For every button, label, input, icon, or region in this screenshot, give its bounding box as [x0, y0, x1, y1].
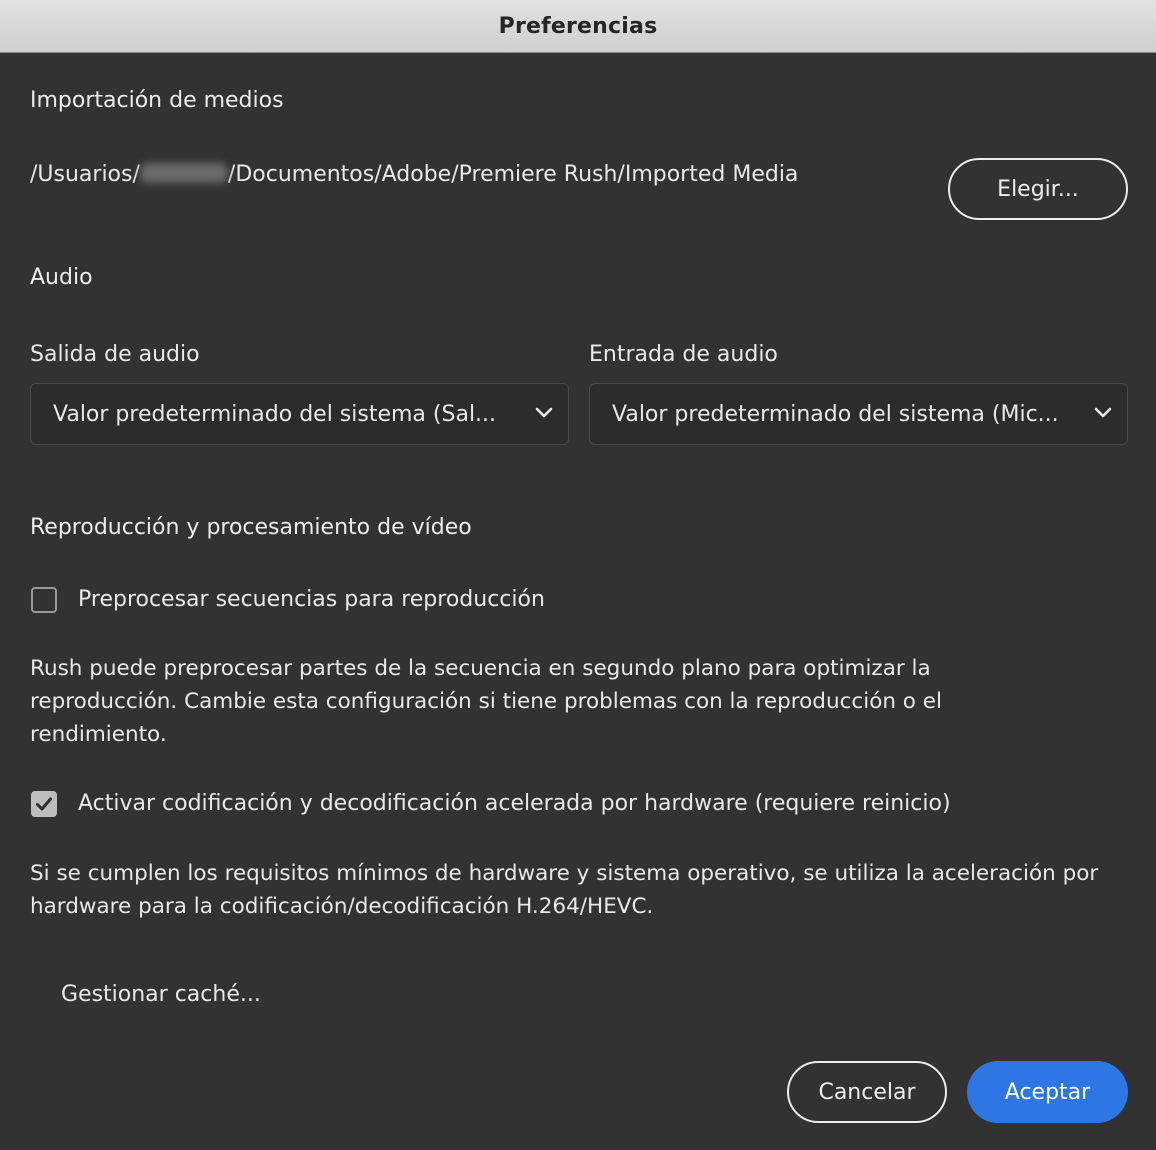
- audio-input-value: Valor predeterminado del sistema (Mic...: [612, 401, 1059, 427]
- media-import-path: /Usuarios/ /Documentos/Adobe/Premiere Rus…: [30, 163, 798, 186]
- preprocess-description: Rush puede preprocesar partes de la secu…: [30, 656, 942, 747]
- checkmark-icon: [36, 797, 52, 811]
- path-prefix: /Usuarios/: [30, 162, 140, 187]
- hw-acceleration-label: Activar codificación y decodificación ac…: [78, 791, 951, 816]
- path-suffix: /Documentos/Adobe/Premiere Rush/Imported…: [227, 162, 799, 187]
- audio-heading: Audio: [30, 265, 93, 290]
- preprocess-label: Preprocesar secuencias para reproducción: [78, 587, 545, 612]
- audio-input-select[interactable]: Valor predeterminado del sistema (Mic...: [589, 383, 1128, 445]
- cancel-button[interactable]: Cancelar: [787, 1061, 947, 1123]
- audio-output-value: Valor predeterminado del sistema (Sal...: [53, 401, 497, 427]
- chevron-down-icon: [535, 407, 553, 418]
- audio-output-label: Salida de audio: [30, 342, 200, 367]
- redacted-username: [139, 163, 228, 183]
- preferences-dialog: Preferencias Importación de medios /Usua…: [0, 0, 1156, 1150]
- choose-folder-button[interactable]: Elegir...: [948, 158, 1128, 220]
- preprocess-checkbox[interactable]: [31, 587, 57, 613]
- accept-button[interactable]: Aceptar: [967, 1061, 1128, 1123]
- manage-cache-button[interactable]: Gestionar caché...: [61, 982, 261, 1007]
- window-title: Preferencias: [498, 13, 658, 39]
- audio-output-select[interactable]: Valor predeterminado del sistema (Sal...: [30, 383, 569, 445]
- media-import-heading: Importación de medios: [30, 88, 284, 113]
- hw-acceleration-description: Si se cumplen los requisitos mínimos de …: [30, 861, 1099, 919]
- title-bar[interactable]: Preferencias: [0, 0, 1156, 53]
- chevron-down-icon: [1094, 407, 1112, 418]
- video-heading: Reproducción y procesamiento de vídeo: [30, 515, 472, 540]
- audio-input-label: Entrada de audio: [589, 342, 778, 367]
- hw-acceleration-checkbox[interactable]: [31, 791, 57, 817]
